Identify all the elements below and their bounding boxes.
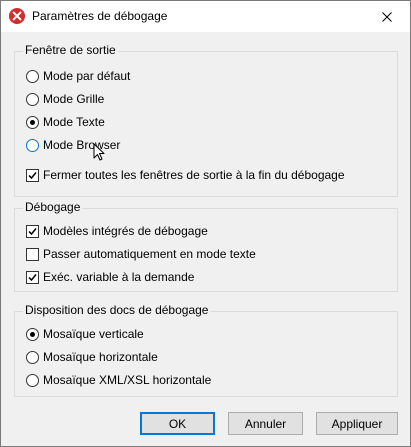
mode-default-option[interactable]: Mode par défaut	[26, 68, 130, 84]
checkmark-icon	[28, 273, 37, 281]
output-window-group: Fenêtre de sortie Mode par défaut Mode G…	[14, 43, 398, 197]
mouse-cursor-icon	[93, 143, 105, 165]
mode-default-radio[interactable]	[26, 69, 39, 83]
close-all-output-option[interactable]: Fermer toutes les fenêtres de sortie à l…	[26, 167, 345, 183]
auto-text-mode-label: Passer automatiquement en mode texte	[43, 247, 256, 261]
mode-grid-label: Mode Grille	[43, 92, 105, 106]
close-button[interactable]	[364, 1, 410, 32]
mode-grid-radio[interactable]	[26, 92, 39, 106]
apply-button[interactable]: Appliquer	[316, 412, 398, 435]
title-bar: Paramètres de débogage	[1, 1, 410, 32]
checkmark-icon	[28, 227, 37, 235]
checkmark-icon	[28, 171, 37, 179]
debug-group-title: Débogage	[23, 200, 83, 214]
builtin-templates-label: Modèles intégrés de débogage	[43, 224, 208, 238]
mode-browser-radio[interactable]	[26, 138, 39, 152]
tile-vertical-option[interactable]: Mosaïque verticale	[26, 326, 144, 342]
builtin-templates-option[interactable]: Modèles intégrés de débogage	[26, 223, 208, 239]
ok-button[interactable]: OK	[140, 412, 215, 435]
close-icon	[382, 11, 392, 22]
dialog-title: Paramètres de débogage	[32, 9, 168, 23]
builtin-templates-checkbox[interactable]	[26, 224, 39, 238]
tile-vertical-label: Mosaïque verticale	[43, 327, 144, 341]
cancel-button[interactable]: Annuler	[228, 412, 303, 435]
dialog-window: Paramètres de débogage Fenêtre de sortie…	[0, 0, 411, 447]
tile-vertical-radio[interactable]	[26, 327, 39, 341]
tile-horizontal-radio[interactable]	[26, 350, 39, 364]
tile-horizontal-label: Mosaïque horizontale	[43, 350, 158, 364]
auto-text-mode-checkbox[interactable]	[26, 247, 39, 261]
app-icon	[9, 8, 25, 24]
variable-on-demand-checkbox[interactable]	[26, 270, 39, 284]
auto-text-mode-option[interactable]: Passer automatiquement en mode texte	[26, 246, 256, 262]
mode-text-radio[interactable]	[26, 115, 39, 129]
debug-group: Débogage Modèles intégrés de débogage Pa…	[14, 200, 398, 292]
tile-xml-xsl-horizontal-label: Mosaïque XML/XSL horizontale	[43, 373, 212, 387]
mode-browser-label: Mode Browser	[43, 138, 121, 152]
tile-horizontal-option[interactable]: Mosaïque horizontale	[26, 349, 158, 365]
mode-browser-option[interactable]: Mode Browser	[26, 137, 120, 153]
close-all-output-checkbox[interactable]	[26, 168, 39, 182]
mode-grid-option[interactable]: Mode Grille	[26, 91, 104, 107]
layout-group: Disposition des docs de débogage Mosaïqu…	[14, 303, 398, 397]
variable-on-demand-option[interactable]: Exéc. variable à la demande	[26, 269, 194, 285]
mode-text-label: Mode Texte	[43, 115, 105, 129]
mode-default-label: Mode par défaut	[43, 69, 131, 83]
output-window-group-title: Fenêtre de sortie	[23, 43, 118, 57]
layout-group-title: Disposition des docs de débogage	[23, 303, 211, 317]
tile-xml-xsl-horizontal-radio[interactable]	[26, 373, 39, 387]
close-all-output-label: Fermer toutes les fenêtres de sortie à l…	[43, 168, 345, 182]
mode-text-option[interactable]: Mode Texte	[26, 114, 105, 130]
variable-on-demand-label: Exéc. variable à la demande	[43, 270, 195, 284]
tile-xml-xsl-horizontal-option[interactable]: Mosaïque XML/XSL horizontale	[26, 372, 211, 388]
